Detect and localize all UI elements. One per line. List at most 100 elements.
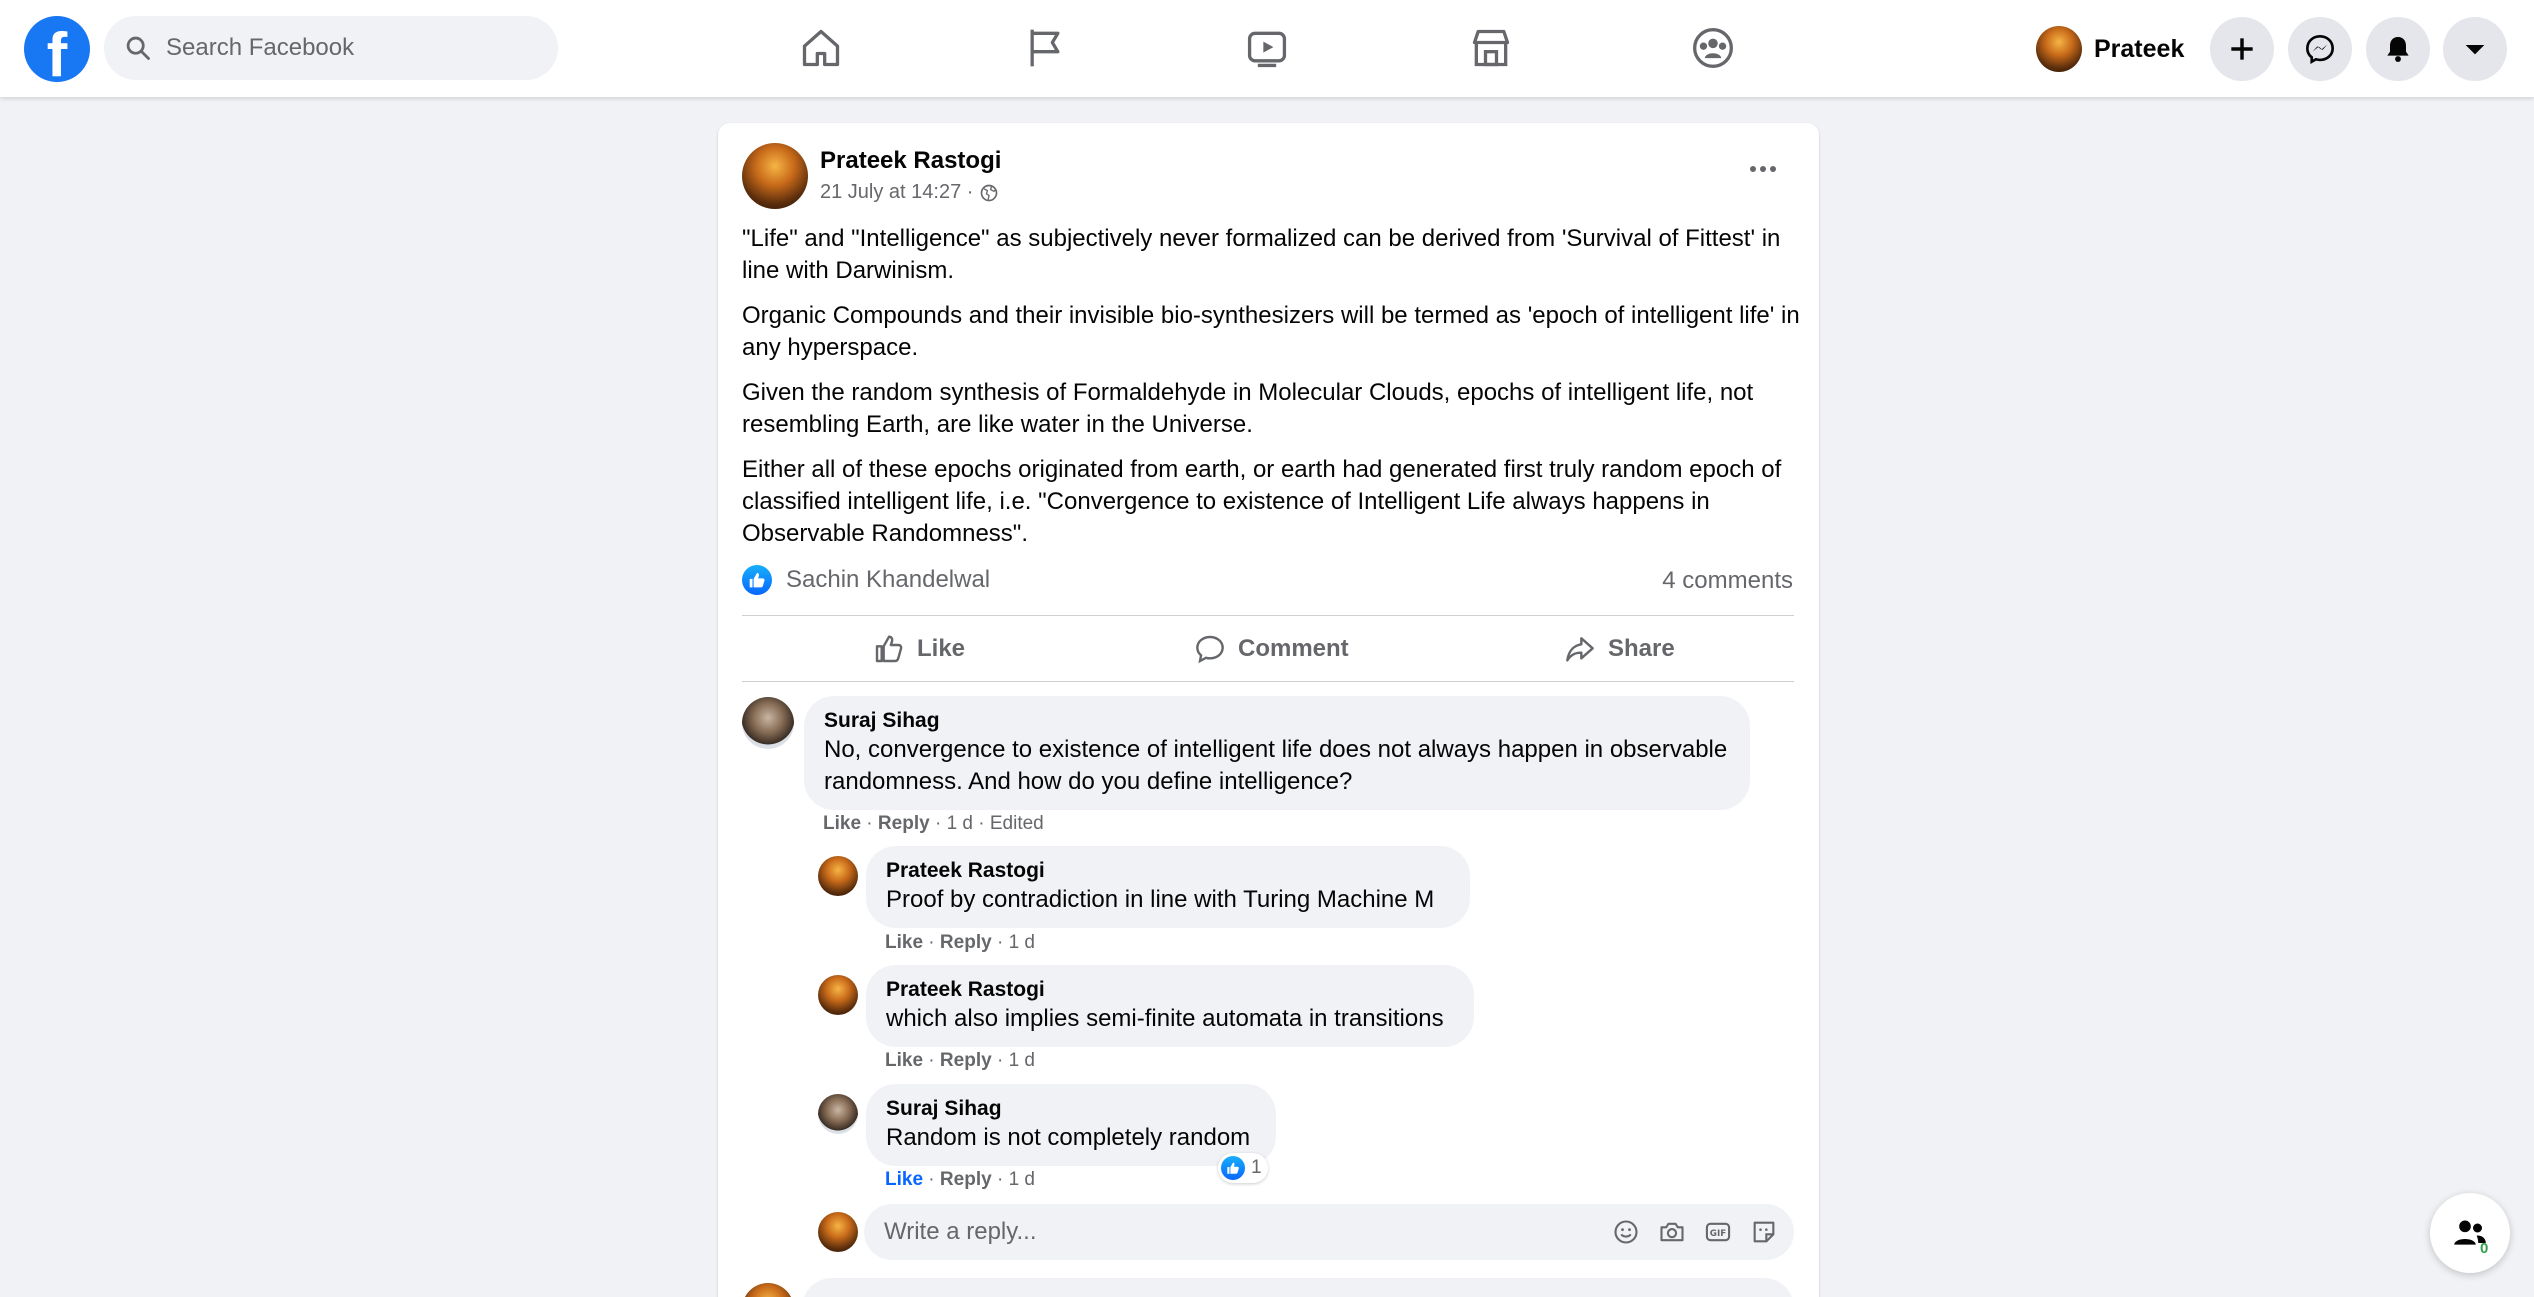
post-paragraph: Organic Compounds and their invisible bi… xyxy=(742,302,1800,361)
comment-edited: Edited xyxy=(989,813,1044,834)
comment-label: Comment xyxy=(1238,635,1349,662)
comment-reaction-badge[interactable]: 1 xyxy=(1218,1153,1268,1183)
comment-count[interactable]: 4 comments xyxy=(1662,567,1793,595)
comment-author[interactable]: Prateek Rastogi xyxy=(886,977,1454,1003)
reaction-names[interactable]: Sachin Khandelwal xyxy=(786,566,990,594)
like-reaction-icon xyxy=(742,565,772,595)
commenter-avatar[interactable] xyxy=(818,1094,858,1134)
comment-text: No, convergence to existence of intellig… xyxy=(824,736,1728,795)
comment-author[interactable]: Prateek Rastogi xyxy=(886,858,1450,884)
post-paragraph: Given the random synthesis of Formaldehy… xyxy=(742,379,1754,438)
nav-marketplace[interactable] xyxy=(1461,20,1521,76)
reply-composer[interactable]: GIF xyxy=(864,1204,1794,1260)
nav-pages[interactable] xyxy=(1015,20,1075,76)
post-paragraph: Either all of these epochs originated fr… xyxy=(742,456,1782,547)
nav-home[interactable] xyxy=(791,20,851,76)
groups-icon xyxy=(1693,28,1733,68)
commenter-avatar[interactable] xyxy=(818,856,858,896)
comment-meta: Like · Reply · 1 d xyxy=(885,932,1035,953)
profile-name: Prateek xyxy=(2094,34,2185,63)
svg-text:GIF: GIF xyxy=(1710,1229,1726,1239)
comment-bubble: Suraj Sihag No, convergence to existence… xyxy=(804,696,1750,810)
more-options-icon xyxy=(1750,166,1776,172)
comment-bubble: Prateek Rastogi which also implies semi-… xyxy=(866,965,1474,1047)
commenter-avatar[interactable] xyxy=(742,697,794,749)
post-meta: 21 July at 14:27 · xyxy=(820,181,999,204)
commenter-avatar[interactable] xyxy=(818,975,858,1015)
comment-author[interactable]: Suraj Sihag xyxy=(824,708,1730,734)
search-icon xyxy=(126,36,150,60)
nav-watch[interactable] xyxy=(1237,20,1297,76)
comment-text: Proof by contradiction in line with Turi… xyxy=(886,886,1435,913)
post-author-name[interactable]: Prateek Rastogi xyxy=(820,147,1001,175)
like-button[interactable]: Like xyxy=(873,621,965,677)
messenger-button[interactable] xyxy=(2288,17,2352,81)
reaction-count: 1 xyxy=(1251,1157,1262,1178)
comment-like-link[interactable]: Like xyxy=(885,1169,923,1190)
marketplace-icon xyxy=(1472,29,1510,67)
nav-groups[interactable] xyxy=(1683,20,1743,76)
messenger-icon xyxy=(2305,34,2335,64)
comment-like-link[interactable]: Like xyxy=(885,932,923,953)
comment-button[interactable]: Comment xyxy=(1194,621,1349,677)
home-icon xyxy=(802,29,840,67)
comment-bubble xyxy=(802,1278,1794,1297)
comment-age[interactable]: 1 d xyxy=(1009,1169,1035,1190)
share-label: Share xyxy=(1608,635,1675,662)
online-contacts-count: 0 xyxy=(2480,1240,2489,1257)
search-box[interactable] xyxy=(104,16,558,80)
post-timestamp[interactable]: 21 July at 14:27 · xyxy=(820,181,973,204)
share-arrow-icon xyxy=(1566,637,1594,662)
like-reaction-icon xyxy=(1221,1156,1245,1180)
avatar xyxy=(2036,26,2082,72)
comment-age[interactable]: 1 d xyxy=(947,813,973,834)
watch-video-icon xyxy=(1247,31,1287,68)
comment-reply-link[interactable]: Reply xyxy=(940,932,992,953)
comment-text: which also implies semi-finite automata … xyxy=(886,1005,1444,1032)
account-menu-button[interactable] xyxy=(2443,17,2507,81)
comment-reply-link[interactable]: Reply xyxy=(940,1050,992,1071)
post-reactions[interactable]: Sachin Khandelwal xyxy=(742,565,990,595)
top-navigation-bar: f Prateek xyxy=(0,0,2534,97)
comment-meta: Like · Reply · 1 d xyxy=(885,1169,1035,1190)
globe-icon xyxy=(981,184,998,201)
comment-age[interactable]: 1 d xyxy=(1009,932,1035,953)
post-text: "Life" and "Intelligence" as subjectivel… xyxy=(742,223,1802,563)
divider xyxy=(742,615,1794,616)
comment-text: Random is not completely random xyxy=(886,1124,1251,1151)
account-menu-chevron-icon xyxy=(2465,45,2485,55)
search-input[interactable] xyxy=(166,34,526,62)
gif-icon[interactable]: GIF xyxy=(1702,1216,1734,1248)
facebook-logo[interactable]: f xyxy=(24,16,90,82)
create-plus-icon xyxy=(2231,38,2253,60)
create-button[interactable] xyxy=(2210,17,2274,81)
notifications-bell-icon xyxy=(2387,37,2409,62)
sticker-icon[interactable] xyxy=(1748,1216,1780,1248)
comment-bubble: Suraj Sihag Random is not completely ran… xyxy=(866,1084,1276,1166)
current-user-avatar xyxy=(818,1212,858,1252)
post-options-button[interactable] xyxy=(1738,149,1788,189)
comment-reply-link[interactable]: Reply xyxy=(940,1169,992,1190)
like-label: Like xyxy=(917,635,966,662)
post-card: Prateek Rastogi 21 July at 14:27 · "Life… xyxy=(718,123,1819,1297)
comment-reply-link[interactable]: Reply xyxy=(878,813,930,834)
emoji-icon[interactable] xyxy=(1610,1216,1642,1248)
contacts-button[interactable]: 0 xyxy=(2430,1193,2510,1273)
commenter-avatar[interactable] xyxy=(742,1283,794,1297)
pages-flag-icon xyxy=(1030,29,1060,67)
profile-shortcut[interactable]: Prateek xyxy=(2036,18,2184,80)
comment-bubble-icon xyxy=(1196,635,1224,664)
comment-bubble: Prateek Rastogi Proof by contradiction i… xyxy=(866,846,1470,928)
notifications-button[interactable] xyxy=(2366,17,2430,81)
composer-tools: GIF xyxy=(1596,1216,1780,1248)
reply-input[interactable] xyxy=(884,1218,1564,1246)
comment-meta: Like · Reply · 1 d xyxy=(885,1050,1035,1071)
comment-like-link[interactable]: Like xyxy=(823,813,861,834)
comment-like-link[interactable]: Like xyxy=(885,1050,923,1071)
post-paragraph: "Life" and "Intelligence" as subjectivel… xyxy=(742,225,1781,284)
post-author-avatar[interactable] xyxy=(742,143,808,209)
camera-icon[interactable] xyxy=(1656,1216,1688,1248)
comment-author[interactable]: Suraj Sihag xyxy=(886,1096,1256,1122)
share-button[interactable]: Share xyxy=(1564,621,1675,677)
comment-age[interactable]: 1 d xyxy=(1009,1050,1035,1071)
